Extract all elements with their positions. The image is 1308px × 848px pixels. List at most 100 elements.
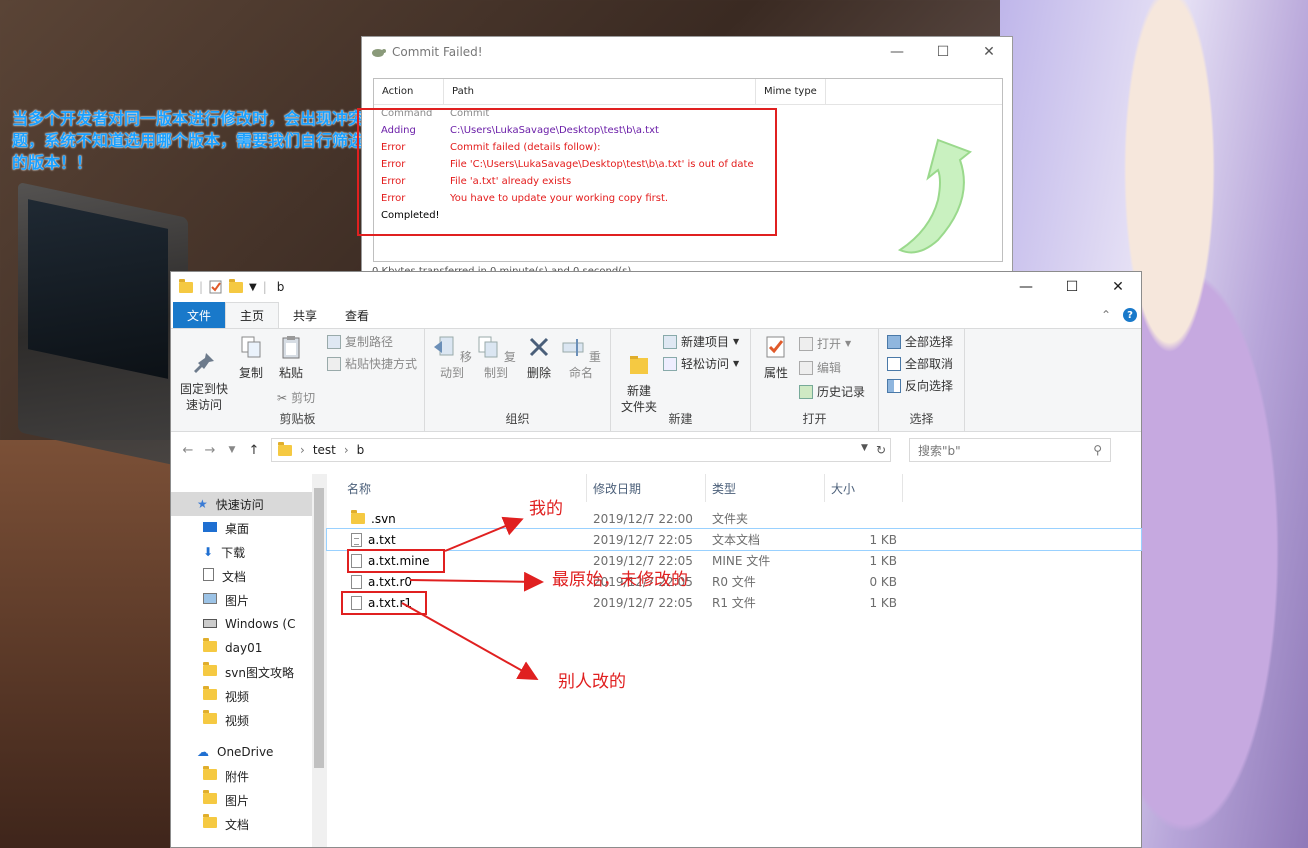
maximize-button[interactable]: ☐ bbox=[1049, 279, 1095, 295]
folder-icon bbox=[278, 441, 292, 456]
easy-access-button[interactable]: 轻松访问 ▼ bbox=[663, 355, 739, 372]
tab-file[interactable]: 文件 bbox=[173, 302, 226, 328]
file-row[interactable]: a.txt.r0 2019/12/7 22:05 R0 文件 0 KB bbox=[327, 571, 1141, 592]
edit-button[interactable]: 编辑 bbox=[799, 359, 841, 376]
copy-path-button[interactable]: 复制路径 bbox=[327, 333, 393, 350]
pin-to-quick-access-button[interactable]: 固定到快 速访问 bbox=[177, 335, 231, 413]
nav-item[interactable]: 视频 bbox=[171, 708, 326, 732]
navigation-pane[interactable]: ★快速访问桌面†⬇下载†文档†图片†Windows (C†day01svn图文攻… bbox=[171, 474, 327, 847]
nav-item[interactable]: ☁ OneDrive bbox=[171, 740, 326, 764]
forward-arrow-icon[interactable]: → bbox=[199, 443, 221, 458]
nav-item[interactable]: 附件 bbox=[171, 764, 326, 788]
open-button[interactable]: 打开 ▼ bbox=[799, 335, 851, 352]
nav-scrollbar[interactable] bbox=[312, 474, 326, 847]
file-row[interactable]: a.txt.mine 2019/12/7 22:05 MINE 文件 1 KB bbox=[327, 550, 1141, 571]
up-arrow-icon[interactable]: ↑ bbox=[243, 443, 265, 458]
green-refresh-arrow-icon bbox=[897, 138, 972, 254]
minimize-button[interactable]: — bbox=[1003, 279, 1049, 295]
delete-button[interactable]: 删除 bbox=[521, 335, 557, 381]
close-button[interactable]: ✕ bbox=[966, 44, 1012, 60]
invert-selection-button[interactable]: 反向选择 bbox=[887, 377, 953, 394]
column-header-action[interactable]: Action bbox=[374, 79, 444, 104]
file-row[interactable]: .svn 2019/12/7 22:00 文件夹 bbox=[327, 508, 1141, 529]
paste-shortcut-label: 粘贴快捷方式 bbox=[345, 357, 418, 371]
file-row[interactable]: a.txt 2019/12/7 22:05 文本文档 1 KB bbox=[326, 528, 1142, 551]
nav-item-label: 视频 bbox=[225, 689, 250, 704]
file-row[interactable]: a.txt.r1 2019/12/7 22:05 R1 文件 1 KB bbox=[327, 592, 1141, 613]
address-bar[interactable]: › test › b ▼ ↻ bbox=[271, 438, 891, 462]
move-to-button[interactable]: 移动到 bbox=[431, 335, 473, 381]
properties-quick-icon[interactable] bbox=[209, 280, 223, 294]
nav-item[interactable]: 文档† bbox=[171, 564, 326, 588]
column-header-mime[interactable]: Mime type bbox=[756, 79, 826, 104]
paste-shortcut-button[interactable]: 粘贴快捷方式 bbox=[327, 355, 417, 372]
maximize-button[interactable]: ☐ bbox=[920, 44, 966, 60]
nav-item[interactable]: 图片† bbox=[171, 588, 326, 612]
red-highlight-r1 bbox=[341, 591, 427, 615]
pin-label: 固定到快 速访问 bbox=[179, 382, 228, 412]
help-icon[interactable]: ? bbox=[1123, 308, 1137, 322]
tab-home[interactable]: 主页 bbox=[225, 302, 280, 328]
back-arrow-icon[interactable]: ← bbox=[177, 443, 199, 458]
refresh-icon[interactable]: ↻ bbox=[876, 443, 886, 457]
address-dropdown-icon[interactable]: ▼ bbox=[861, 443, 868, 457]
column-header-path[interactable]: Path bbox=[444, 79, 756, 104]
select-none-label: 全部取消 bbox=[905, 357, 954, 371]
properties-button[interactable]: 属性 bbox=[759, 335, 793, 381]
paste-button[interactable]: 粘贴 bbox=[273, 335, 309, 381]
label-others: 别人改的 bbox=[558, 672, 626, 692]
select-none-button[interactable]: 全部取消 bbox=[887, 355, 953, 372]
column-header-size[interactable]: 大小 bbox=[825, 474, 903, 502]
nav-item[interactable]: ⬇下载† bbox=[171, 540, 326, 564]
group-new: 新建 文件夹 新建项目 ▼ 轻松访问 ▼ 新建 bbox=[611, 329, 751, 431]
nav-scroll-thumb[interactable] bbox=[314, 488, 324, 768]
commit-titlebar: Commit Failed! — ☐ ✕ bbox=[362, 37, 1012, 67]
ribbon-tabs: 文件 主页 共享 查看 ⌃ ? bbox=[171, 302, 1141, 328]
rename-button[interactable]: 重命名 bbox=[559, 335, 603, 381]
nav-item[interactable]: 文档 bbox=[171, 812, 326, 836]
search-input[interactable]: 搜索"b" ⚲ bbox=[909, 438, 1111, 462]
nav-item[interactable]: 桌面† bbox=[171, 516, 326, 540]
nav-item-label: 快速访问 bbox=[215, 497, 264, 512]
window-title: b bbox=[276, 280, 285, 294]
easy-access-label: 轻松访问 bbox=[681, 357, 730, 371]
annotation-note: 当多个开发者对同一版本进行修改时，会出现冲突问题，系统不知道选用哪个版本，需要我… bbox=[12, 109, 397, 172]
select-all-button[interactable]: 全部选择 bbox=[887, 333, 953, 350]
nav-item[interactable]: day01 bbox=[171, 636, 326, 660]
new-folder-quick-icon[interactable] bbox=[229, 278, 244, 293]
column-header-date[interactable]: 修改日期 bbox=[587, 474, 706, 502]
recent-locations-chevron-icon[interactable]: ▼ bbox=[221, 445, 243, 455]
tortoisesvn-icon bbox=[372, 49, 386, 57]
pin-icon bbox=[194, 353, 214, 373]
copy-button[interactable]: 复制 bbox=[233, 335, 269, 381]
nav-item[interactable]: Windows (C† bbox=[171, 612, 326, 636]
nav-item-label: OneDrive bbox=[217, 745, 274, 759]
nav-item[interactable]: 视频 bbox=[171, 684, 326, 708]
close-button[interactable]: ✕ bbox=[1095, 279, 1141, 295]
explorer-body: ★快速访问桌面†⬇下载†文档†图片†Windows (C†day01svn图文攻… bbox=[171, 474, 1142, 847]
file-type: R1 文件 bbox=[712, 596, 756, 610]
collapse-ribbon-icon[interactable]: ⌃ bbox=[1101, 308, 1111, 322]
group-label-clipboard: 剪贴板 bbox=[279, 412, 316, 426]
breadcrumb-test[interactable]: test bbox=[313, 443, 336, 457]
file-list-pane[interactable]: 名称 修改日期 类型 大小 .svn 2019/12/7 22:00 文件夹 a.tx… bbox=[326, 474, 1142, 847]
breadcrumb-b[interactable]: b bbox=[357, 443, 365, 457]
minimize-button[interactable]: — bbox=[874, 44, 920, 60]
nav-item-label: 桌面 bbox=[225, 521, 250, 536]
copy-to-button[interactable]: 复制到 bbox=[475, 335, 517, 381]
nav-item[interactable]: 图片 bbox=[171, 788, 326, 812]
history-button[interactable]: 历史记录 bbox=[799, 383, 865, 400]
new-folder-button[interactable]: 新建 文件夹 bbox=[617, 337, 661, 415]
nav-item-label: 文档 bbox=[225, 817, 250, 832]
background-table bbox=[0, 440, 180, 848]
column-header-type[interactable]: 类型 bbox=[706, 474, 825, 502]
cut-button[interactable]: ✂ 剪切 bbox=[277, 389, 315, 406]
nav-item[interactable]: ★ 快速访问 bbox=[171, 492, 326, 516]
new-item-button[interactable]: 新建项目 ▼ bbox=[663, 333, 739, 350]
file-size: 1 KB bbox=[869, 553, 897, 568]
quick-access-dropdown-icon[interactable]: ▼ bbox=[249, 282, 257, 293]
nav-item[interactable]: svn图文攻略 bbox=[171, 660, 326, 684]
tab-share[interactable]: 共享 bbox=[279, 302, 331, 328]
tab-view[interactable]: 查看 bbox=[331, 302, 383, 328]
nav-item-label: 文档 bbox=[222, 569, 247, 584]
